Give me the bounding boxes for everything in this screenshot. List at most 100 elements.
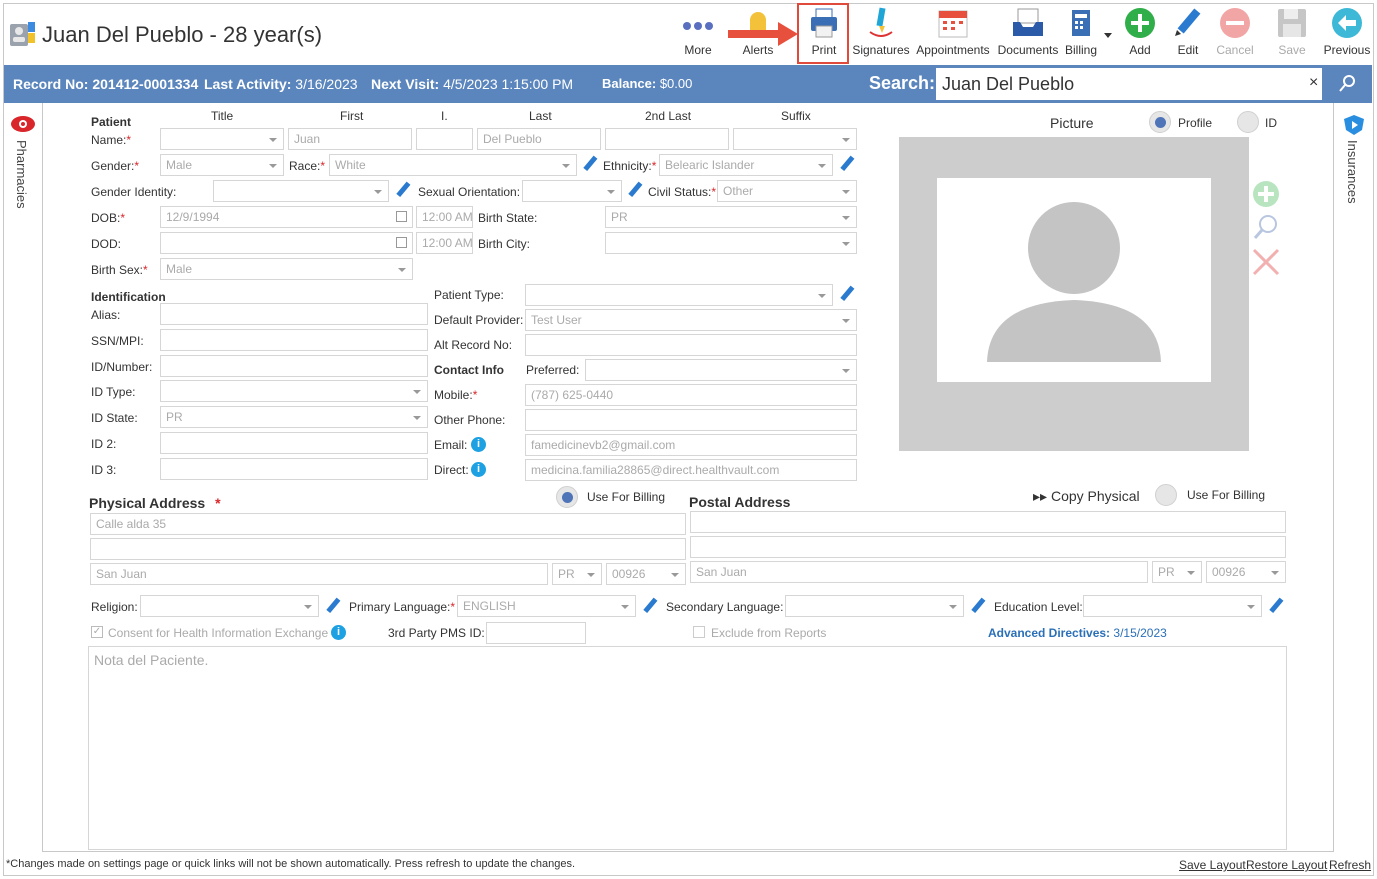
- birth-sex-label: Birth Sex:*: [91, 263, 148, 277]
- race-edit-pencil-icon[interactable]: [581, 155, 599, 173]
- signatures-button[interactable]: Signatures: [851, 6, 911, 57]
- consent-checkbox[interactable]: ✓: [91, 626, 103, 638]
- save-button[interactable]: Save: [1262, 6, 1322, 57]
- secondary-language-edit-pencil-icon[interactable]: [969, 597, 987, 615]
- person-silhouette-icon: [987, 202, 1161, 362]
- page-title: Juan Del Pueblo - 28 year(s): [42, 22, 323, 47]
- email-info-icon[interactable]: i: [471, 437, 486, 452]
- cancel-button[interactable]: Cancel: [1205, 6, 1265, 57]
- postal-use-billing-radio[interactable]: [1155, 484, 1177, 506]
- default-provider-select[interactable]: Test User: [525, 309, 857, 331]
- zoom-photo-icon[interactable]: [1252, 213, 1280, 241]
- back-arrow-icon: [1330, 6, 1364, 40]
- print-button[interactable]: Print: [794, 6, 854, 57]
- secondary-language-select[interactable]: [785, 595, 964, 617]
- sexual-orientation-edit-pencil-icon[interactable]: [626, 181, 644, 199]
- education-level-select[interactable]: [1083, 595, 1262, 617]
- primary-language-select[interactable]: ENGLISH: [457, 595, 636, 617]
- physical-state-select[interactable]: PR: [552, 563, 602, 585]
- id2-field[interactable]: [160, 432, 428, 454]
- profile-radio[interactable]: [1149, 111, 1171, 133]
- direct-info-icon[interactable]: i: [471, 462, 486, 477]
- second-last-name-field[interactable]: [605, 128, 729, 150]
- postal-zip-select[interactable]: 00926: [1206, 561, 1286, 583]
- search-button[interactable]: [1322, 65, 1372, 103]
- postal-address-line2[interactable]: [690, 536, 1286, 558]
- physical-use-billing-radio[interactable]: [556, 486, 578, 508]
- last-name-field[interactable]: Del Pueblo: [477, 128, 601, 150]
- gender-identity-edit-pencil-icon[interactable]: [394, 181, 412, 199]
- pharmacies-tab[interactable]: Pharmacies: [14, 140, 29, 209]
- insurance-shield-icon[interactable]: [1342, 114, 1366, 139]
- physical-city-field[interactable]: San Juan: [90, 563, 548, 585]
- ethnicity-select[interactable]: Belearic Islander: [659, 154, 833, 176]
- exclude-reports-checkbox[interactable]: [693, 626, 705, 638]
- refresh-link[interactable]: Refresh: [1329, 858, 1371, 872]
- pharmacy-eye-icon[interactable]: [10, 114, 36, 137]
- birth-sex-select[interactable]: Male: [160, 258, 413, 280]
- email-field[interactable]: famedicinevb2@gmail.com: [525, 434, 857, 456]
- alias-field[interactable]: [160, 303, 428, 325]
- birth-state-select[interactable]: PR: [605, 206, 857, 228]
- billing-button[interactable]: Billing: [1051, 6, 1111, 57]
- physical-address-line1[interactable]: Calle alda 35: [90, 513, 686, 535]
- consent-info-icon[interactable]: i: [331, 625, 346, 640]
- postal-state-select[interactable]: PR: [1152, 561, 1202, 583]
- primary-language-edit-pencil-icon[interactable]: [641, 597, 659, 615]
- suffix-select[interactable]: [733, 128, 857, 150]
- mobile-field[interactable]: (787) 625-0440: [525, 384, 857, 406]
- postal-address-line1[interactable]: [690, 511, 1286, 533]
- restore-layout-link[interactable]: Restore Layout: [1246, 858, 1327, 872]
- col-suffix: Suffix: [781, 109, 811, 123]
- search-input[interactable]: Juan Del Pueblo: [936, 68, 1326, 100]
- add-photo-icon[interactable]: [1252, 180, 1280, 208]
- previous-button[interactable]: Previous: [1317, 6, 1377, 57]
- dod-field[interactable]: [160, 232, 413, 254]
- clear-search-icon[interactable]: ×: [1309, 74, 1318, 92]
- physical-zip-select[interactable]: 00926: [606, 563, 686, 585]
- civil-status-select[interactable]: Other: [717, 180, 857, 202]
- delete-photo-icon[interactable]: [1252, 248, 1280, 276]
- calendar-picker-icon[interactable]: [396, 211, 407, 222]
- gender-select[interactable]: Male: [160, 154, 284, 176]
- id-type-select[interactable]: [160, 380, 428, 402]
- patient-type-select[interactable]: [525, 284, 833, 306]
- birth-city-select[interactable]: [605, 232, 857, 254]
- more-button[interactable]: More: [668, 6, 728, 57]
- save-layout-link[interactable]: Save Layout: [1179, 858, 1246, 872]
- patient-notes-textarea[interactable]: Nota del Paciente.: [88, 646, 1287, 850]
- physical-address-line2[interactable]: [90, 538, 686, 560]
- preferred-select[interactable]: [585, 359, 857, 381]
- alt-record-field[interactable]: [525, 334, 857, 356]
- first-name-field[interactable]: Juan: [288, 128, 412, 150]
- id-number-field[interactable]: [160, 355, 428, 377]
- id-state-select[interactable]: PR: [160, 406, 428, 428]
- preferred-label: Preferred:: [526, 363, 580, 377]
- sexual-orientation-select[interactable]: [522, 180, 622, 202]
- dod-time-field[interactable]: 12:00 AM: [416, 232, 473, 254]
- id-radio[interactable]: [1237, 111, 1259, 133]
- other-phone-field[interactable]: [525, 409, 857, 431]
- appointments-button[interactable]: Appointments: [912, 6, 994, 57]
- ssn-field[interactable]: [160, 329, 428, 351]
- contact-info-title: Contact Info: [434, 363, 504, 377]
- id3-field[interactable]: [160, 458, 428, 480]
- third-party-pms-field[interactable]: [486, 622, 586, 644]
- dob-field[interactable]: 12/9/1994: [160, 206, 413, 228]
- insurances-tab[interactable]: Insurances: [1345, 140, 1360, 204]
- religion-edit-pencil-icon[interactable]: [324, 597, 342, 615]
- religion-select[interactable]: [140, 595, 319, 617]
- education-level-edit-pencil-icon[interactable]: [1267, 597, 1285, 615]
- race-select[interactable]: White: [329, 154, 577, 176]
- ethnicity-edit-pencil-icon[interactable]: [838, 155, 856, 173]
- title-select[interactable]: [160, 128, 284, 150]
- initial-field[interactable]: [416, 128, 473, 150]
- gender-identity-select[interactable]: [213, 180, 389, 202]
- copy-physical-button[interactable]: ▸▸ Copy Physical: [1033, 488, 1140, 505]
- calendar-picker-icon[interactable]: [396, 237, 407, 248]
- advanced-directives-link[interactable]: Advanced Directives: 3/15/2023: [988, 626, 1167, 640]
- dob-time-field[interactable]: 12:00 AM: [416, 206, 473, 228]
- direct-email-field[interactable]: medicina.familia28865@direct.healthvault…: [525, 459, 857, 481]
- postal-city-field[interactable]: San Juan: [690, 561, 1148, 583]
- patient-type-edit-pencil-icon[interactable]: [838, 285, 856, 303]
